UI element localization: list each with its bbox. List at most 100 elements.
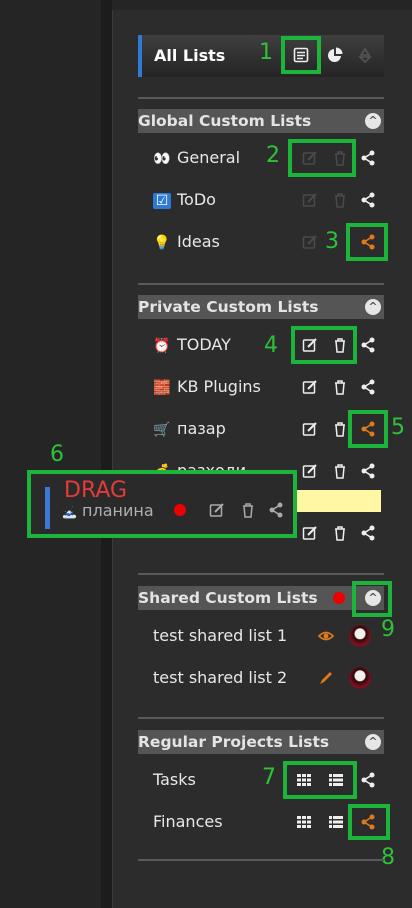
list-item-kb-plugins[interactable]: 🧱 KB Plugins [153, 377, 261, 396]
edit-icon[interactable] [302, 463, 318, 479]
list-item-label: TODAY [177, 335, 231, 354]
trash-icon[interactable] [332, 463, 348, 479]
trash-icon[interactable] [332, 337, 348, 353]
checkbox-icon: ☑ [153, 193, 171, 209]
list-item-label: KB Plugins [177, 377, 261, 396]
list-item-pazar[interactable]: 🛒 пазар [153, 419, 226, 438]
list-icon[interactable] [328, 772, 344, 788]
private-collapse-button[interactable]: ^ [365, 299, 381, 315]
list-item-today[interactable]: ⏰ TODAY [153, 335, 231, 354]
dragged-item-label: 🗻 планина [62, 501, 154, 520]
edit-icon[interactable] [302, 379, 318, 395]
regular-lists-header: Regular Projects Lists ^ [138, 730, 384, 754]
eye-icon[interactable] [318, 628, 334, 644]
annotation-1: 1 [259, 40, 273, 65]
private-lists-header: Private Custom Lists ^ [138, 295, 384, 319]
list-icon[interactable] [328, 814, 344, 830]
pencil-icon[interactable] [318, 670, 334, 686]
annotation-8: 8 [381, 845, 395, 870]
share-icon[interactable] [360, 814, 376, 830]
edit-icon[interactable] [302, 525, 318, 541]
recycle-icon[interactable] [357, 47, 373, 63]
project-list-item-finances[interactable]: Finances [153, 812, 223, 831]
notification-dot [333, 592, 345, 604]
left-stripe [101, 0, 112, 908]
drag-indicator-bar [45, 487, 50, 529]
alarm-clock-icon: ⏰ [153, 338, 171, 354]
list-item-todo[interactable]: ☑ ToDo [153, 190, 216, 209]
brick-icon: 🧱 [153, 380, 171, 396]
trash-icon[interactable] [332, 192, 348, 208]
divider [138, 573, 384, 575]
avatar [349, 625, 371, 647]
trash-icon[interactable] [332, 525, 348, 541]
regular-collapse-button[interactable]: ^ [365, 734, 381, 750]
share-icon[interactable] [360, 337, 376, 353]
eyes-icon: 👀 [153, 151, 171, 167]
edit-icon[interactable] [302, 421, 318, 437]
trash-icon[interactable] [332, 379, 348, 395]
shared-list-item[interactable]: test shared list 2 [153, 668, 287, 687]
edit-icon[interactable] [302, 150, 318, 166]
annotation-6: 6 [50, 442, 64, 467]
list-item-label: General [177, 148, 241, 167]
drag-label: DRAG [64, 478, 128, 503]
trash-icon[interactable] [332, 421, 348, 437]
annotation-9: 9 [381, 617, 395, 642]
list-item-label: Tasks [153, 770, 196, 789]
avatar [349, 667, 371, 689]
global-lists-header: Global Custom Lists ^ [138, 109, 384, 133]
share-icon[interactable] [360, 463, 376, 479]
annotation-4: 4 [264, 333, 278, 358]
list-item-label: Finances [153, 812, 223, 831]
list-item-label: ToDo [177, 190, 216, 209]
share-icon [268, 502, 284, 518]
divider [138, 97, 384, 99]
trash-icon [240, 502, 256, 518]
project-list-item-tasks[interactable]: Tasks [153, 770, 196, 789]
edit-icon [209, 502, 225, 518]
mountain-icon: 🗻 [62, 505, 77, 519]
annotation-2: 2 [266, 143, 280, 168]
notification-dot [174, 504, 186, 516]
share-icon[interactable] [360, 525, 376, 541]
grid-icon[interactable] [296, 772, 312, 788]
global-collapse-button[interactable]: ^ [365, 113, 381, 129]
annotation-box-9 [352, 581, 392, 617]
drop-placeholder [297, 490, 381, 512]
annotation-3: 3 [325, 229, 339, 254]
share-icon[interactable] [360, 234, 376, 250]
shared-lists-title: Shared Custom Lists [138, 589, 318, 607]
list-item-label: планина [82, 501, 154, 520]
shared-list-item[interactable]: test shared list 1 [153, 626, 287, 645]
list-item-label: пазар [177, 419, 226, 438]
share-icon[interactable] [360, 772, 376, 788]
trash-icon[interactable] [332, 150, 348, 166]
share-icon[interactable] [360, 421, 376, 437]
grid-icon[interactable] [296, 814, 312, 830]
annotation-7: 7 [262, 765, 276, 790]
cart-icon: 🛒 [153, 422, 171, 438]
regular-lists-title: Regular Projects Lists [138, 733, 330, 751]
lightbulb-icon: 💡 [153, 235, 171, 251]
list-item-ideas[interactable]: 💡 Ideas [153, 232, 220, 251]
divider [138, 717, 384, 719]
global-lists-title: Global Custom Lists [138, 112, 312, 130]
share-icon[interactable] [360, 150, 376, 166]
list-item-label: test shared list 1 [153, 626, 288, 645]
pie-chart-icon[interactable] [327, 47, 343, 63]
all-lists-label: All Lists [154, 46, 226, 65]
list-view-icon[interactable] [293, 47, 309, 63]
list-item-label: Ideas [177, 232, 220, 251]
divider [138, 283, 384, 285]
edit-icon[interactable] [302, 192, 318, 208]
edit-icon[interactable] [302, 234, 318, 250]
annotation-box-7 [283, 761, 357, 799]
annotation-5: 5 [391, 415, 405, 440]
share-icon[interactable] [360, 192, 376, 208]
edit-icon[interactable] [302, 337, 318, 353]
share-icon[interactable] [360, 379, 376, 395]
list-item-general[interactable]: 👀 General [153, 148, 240, 167]
private-lists-title: Private Custom Lists [138, 298, 319, 316]
list-item-label: test shared list 2 [153, 668, 288, 687]
